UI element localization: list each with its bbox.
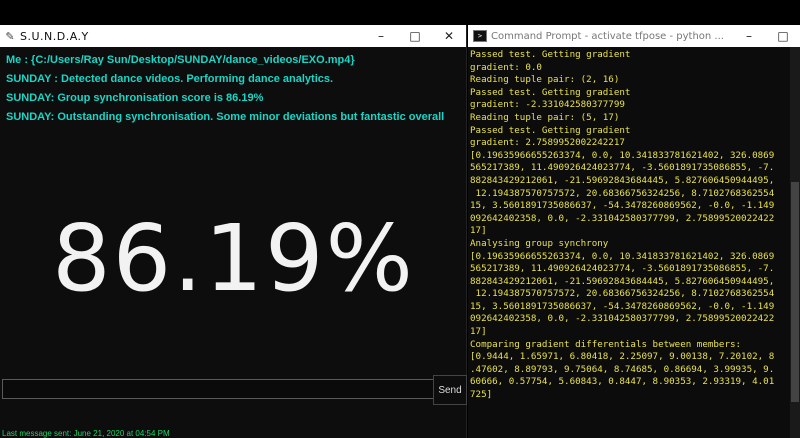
console-line: Comparing gradient differentials between…	[470, 338, 742, 350]
console-line: [0.9444, 1.65971, 6.80418, 2.25097, 9.00…	[470, 351, 775, 363]
quill-icon: ✎	[5, 29, 15, 43]
console-line: 12.194387570757572, 20.68366756324256, 8…	[470, 187, 775, 199]
console-line: Analysing group synchrony	[470, 237, 609, 249]
console-line: gradient: 0.0	[470, 61, 542, 73]
last-message-status: Last message sent: June 21, 2020 at 04:5…	[2, 429, 170, 438]
maximize-button[interactable]: □	[766, 29, 800, 43]
close-button[interactable]: ✕	[432, 29, 466, 43]
console-line: 17]	[470, 225, 487, 237]
console-line: Passed test. Getting gradient	[470, 49, 631, 60]
chat-message: SUNDAY: Outstanding synchronisation. Som…	[6, 111, 445, 123]
console-line: 092642402358, 0.0, -2.331042580377799, 2…	[470, 212, 775, 224]
console-line: [0.19635966655263374, 0.0, 10.3418337816…	[470, 149, 775, 161]
scrollbar-thumb[interactable]	[791, 182, 799, 402]
maximize-button[interactable]: □	[398, 29, 432, 43]
console-line: 092642402358, 0.0, -2.331042580377799, 2…	[470, 313, 775, 325]
command-prompt-window: > Command Prompt - activate tfpose - pyt…	[468, 25, 800, 438]
sunday-window: ✎ S.U.N.D.A.Y – □ ✕ Me : {C:/Users/Ray S…	[0, 25, 467, 438]
message-input-row: Send	[0, 375, 467, 409]
console-line: Reading tuple pair: (2, 16)	[470, 74, 620, 86]
window-title: Command Prompt - activate tfpose - pytho…	[491, 30, 724, 42]
minimize-button[interactable]: –	[364, 29, 398, 43]
console-line: Passed test. Getting gradient	[470, 124, 631, 136]
console-line: 12.194387570757572, 20.68366756324256, 8…	[470, 288, 775, 300]
terminal-icon: >	[473, 30, 487, 42]
console-line: gradient: -2.331042580377799	[470, 99, 625, 111]
console-line: Reading tuple pair: (5, 17)	[470, 111, 620, 123]
chat-log: Me : {C:/Users/Ray Sun/Desktop/SUNDAY/da…	[0, 47, 466, 131]
console-output: Passed test. Getting gradient gradient: 0…	[470, 49, 788, 435]
console-line: 15, 3.5601891735086637, -54.347826086956…	[470, 300, 775, 312]
chat-message: SUNDAY : Detected dance videos. Performi…	[6, 73, 334, 85]
minimize-button[interactable]: –	[732, 29, 766, 43]
console-line: Passed test. Getting gradient	[470, 86, 631, 98]
sync-score-display: 86.19%	[52, 205, 415, 312]
window-title: S.U.N.D.A.Y	[20, 29, 89, 43]
console-line: [0.19635966655263374, 0.0, 10.3418337816…	[470, 250, 775, 262]
console-scrollbar[interactable]	[790, 47, 800, 438]
console-line: 17]	[470, 326, 487, 338]
send-button[interactable]: Send	[433, 375, 467, 405]
console-line: 565217389, 11.490926424023774, -3.560189…	[470, 162, 775, 174]
console-line: .47602, 8.89793, 9.75064, 8.74685, 0.866…	[470, 363, 775, 375]
sunday-titlebar[interactable]: ✎ S.U.N.D.A.Y – □ ✕	[0, 25, 466, 47]
console-line: 882843429212061, -21.59692843684445, 5.8…	[470, 174, 775, 186]
console-line: 565217389, 11.490926424023774, -3.560189…	[470, 263, 775, 275]
console-line: 15, 3.5601891735086637, -54.347826086956…	[470, 200, 775, 212]
chat-message: SUNDAY: Group synchronisation score is 8…	[6, 92, 264, 104]
console-line: gradient: 2.7589952002242217	[470, 137, 625, 149]
message-input[interactable]	[2, 379, 434, 399]
chat-message: Me : {C:/Users/Ray Sun/Desktop/SUNDAY/da…	[6, 54, 355, 66]
console-line: 60666, 0.57754, 5.60843, 0.8447, 8.90353…	[470, 376, 775, 388]
console-line: 725]	[470, 389, 493, 401]
console-line: 882843429212061, -21.59692843684445, 5.8…	[470, 275, 775, 287]
cmd-titlebar[interactable]: > Command Prompt - activate tfpose - pyt…	[468, 25, 800, 47]
